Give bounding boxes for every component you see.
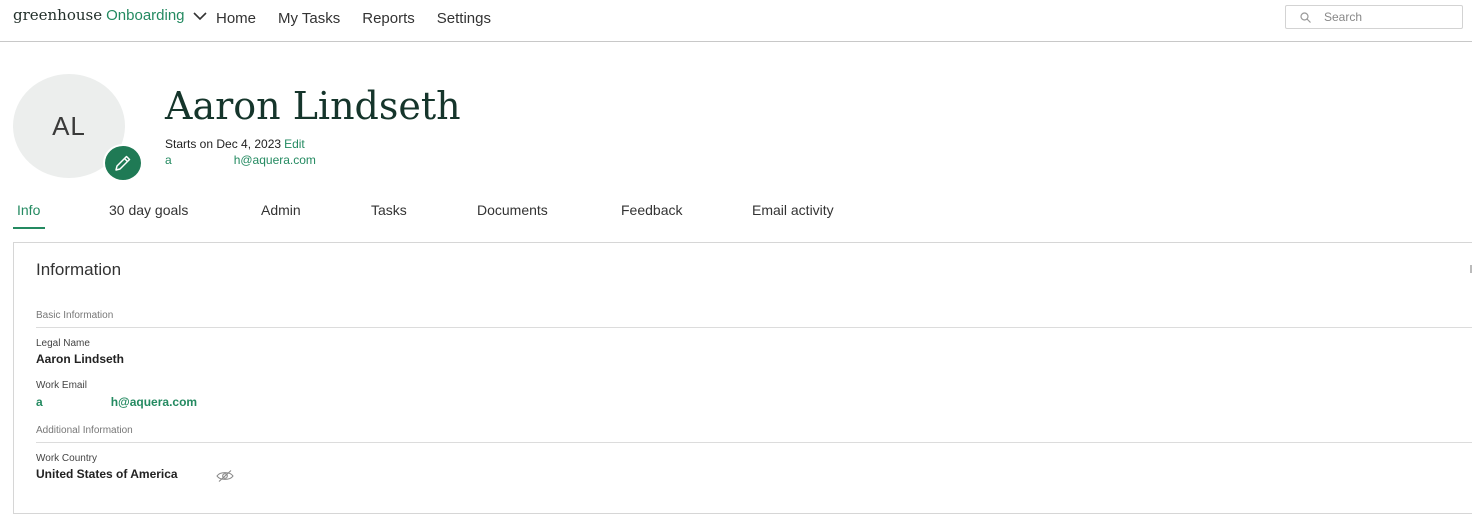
section-divider xyxy=(36,327,1472,328)
work-country-label: Work Country xyxy=(36,453,97,464)
chevron-down-icon[interactable] xyxy=(192,12,207,21)
page-title: Aaron Lindseth xyxy=(165,84,461,128)
pencil-icon xyxy=(115,155,131,171)
header-email-link[interactable]: a h@aquera.com xyxy=(165,153,316,167)
header-email-part2: h@aquera.com xyxy=(233,153,316,167)
start-date-text: Starts on Dec 4, 2023 xyxy=(165,137,282,151)
section-divider xyxy=(36,442,1472,443)
nav-home[interactable]: Home xyxy=(216,10,256,27)
legal-name-label: Legal Name xyxy=(36,338,90,349)
header-email-part1: a xyxy=(165,153,172,167)
work-email-part1: a xyxy=(36,395,43,409)
tab-admin[interactable]: Admin xyxy=(261,202,301,227)
edit-start-date-link[interactable]: Edit xyxy=(284,137,305,151)
brand-logo-text: greenhouse xyxy=(13,6,103,24)
tab-30-day-goals[interactable]: 30 day goals xyxy=(109,202,188,227)
legal-name-value: Aaron Lindseth xyxy=(36,352,125,366)
tab-tasks[interactable]: Tasks xyxy=(371,202,407,227)
work-email-part2: h@aquera.com xyxy=(110,395,198,409)
nav-reports[interactable]: Reports xyxy=(362,10,415,27)
tab-email-activity[interactable]: Email activity xyxy=(752,202,834,227)
tab-feedback[interactable]: Feedback xyxy=(621,202,682,227)
information-panel: Information Basic Information Legal Name… xyxy=(13,242,1472,514)
work-email-link[interactable]: a h@aquera.com xyxy=(36,395,197,409)
top-navigation-bar: greenhouse Onboarding Home My Tasks Repo… xyxy=(0,0,1472,42)
search-icon xyxy=(1300,12,1311,23)
tab-documents[interactable]: Documents xyxy=(477,202,548,227)
brand-product-name: Onboarding xyxy=(106,6,185,24)
app-brand-switcher[interactable]: greenhouse Onboarding xyxy=(13,6,207,24)
search-box[interactable] xyxy=(1285,5,1463,29)
start-date-line: Starts on Dec 4, 2023 Edit xyxy=(165,137,305,151)
work-email-label: Work Email xyxy=(36,380,87,391)
section-basic-information: Basic Information xyxy=(36,310,114,321)
search-input[interactable] xyxy=(1324,9,1454,25)
section-additional-information: Additional Information xyxy=(36,425,133,436)
main-nav: Home My Tasks Reports Settings xyxy=(216,10,513,27)
nav-my-tasks[interactable]: My Tasks xyxy=(278,10,340,27)
tab-info[interactable]: Info xyxy=(13,202,46,229)
edit-avatar-button[interactable] xyxy=(103,144,143,182)
avatar-initials: AL xyxy=(52,110,86,141)
panel-title: Information xyxy=(36,260,122,279)
work-country-value: United States of America xyxy=(36,467,178,481)
eye-slash-icon[interactable] xyxy=(216,469,234,483)
nav-settings[interactable]: Settings xyxy=(437,10,491,27)
